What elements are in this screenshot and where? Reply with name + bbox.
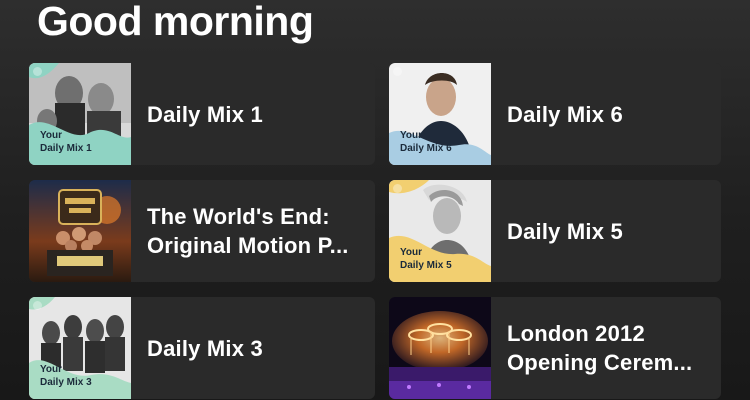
shortcut-title: Daily Mix 1 — [147, 101, 263, 127]
spotify-logo-icon — [33, 301, 42, 310]
shortcut-title: London 2012 Opening Cerem... — [507, 321, 693, 375]
shortcut-title: Daily Mix 3 — [147, 335, 263, 361]
cover-label: Your Daily Mix 6 — [400, 130, 452, 154]
cover-label: Your Daily Mix 1 — [40, 130, 92, 154]
movie-poster-artwork — [29, 180, 131, 282]
daily-mix-1-cover: Your Daily Mix 1 — [29, 63, 131, 165]
shortcut-card-london-2012[interactable]: London 2012 Opening Cerem... — [389, 297, 721, 399]
worlds-end-cover — [29, 180, 131, 282]
shortcut-title: Daily Mix 6 — [507, 101, 623, 127]
spotify-logo-icon — [393, 184, 402, 193]
shortcut-card-daily-mix-3[interactable]: Your Daily Mix 3 Daily Mix 3 — [29, 297, 375, 399]
shortcut-title: Daily Mix 5 — [507, 218, 623, 244]
greeting-heading: Good morning — [37, 0, 314, 44]
cover-label: Your Daily Mix 3 — [40, 364, 92, 388]
daily-mix-5-cover: Your Daily Mix 5 — [389, 180, 491, 282]
shortcut-card-daily-mix-5[interactable]: Your Daily Mix 5 Daily Mix 5 — [389, 180, 721, 282]
shortcut-title: The World's End: Original Motion P... — [147, 204, 349, 258]
stadium-fireworks-artwork — [389, 297, 491, 399]
daily-mix-3-cover: Your Daily Mix 3 — [29, 297, 131, 399]
spotify-logo-icon — [33, 67, 42, 76]
shortcut-card-daily-mix-6[interactable]: Your Daily Mix 6 Daily Mix 6 — [389, 63, 721, 165]
spotify-logo-icon — [393, 67, 402, 76]
cover-label: Your Daily Mix 5 — [400, 247, 452, 271]
shortcut-card-daily-mix-1[interactable]: Your Daily Mix 1 Daily Mix 1 — [29, 63, 375, 165]
daily-mix-6-cover: Your Daily Mix 6 — [389, 63, 491, 165]
shortcut-card-worlds-end[interactable]: The World's End: Original Motion P... — [29, 180, 375, 282]
london-2012-cover — [389, 297, 491, 399]
